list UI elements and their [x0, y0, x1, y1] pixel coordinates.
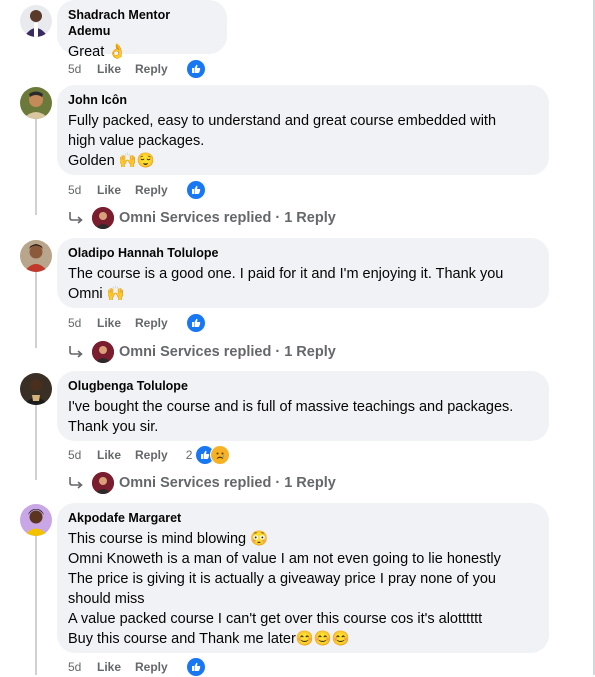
reply-button[interactable]: Reply — [135, 660, 168, 674]
comment-actions: 5d Like Reply — [68, 59, 206, 79]
thread-line — [35, 404, 37, 480]
comment-author[interactable]: Shadrach Mentor Ademu — [68, 7, 215, 39]
like-thumb-icon — [185, 657, 206, 677]
comment-actions: 5d Like Reply — [68, 180, 206, 200]
reaction-count: 2 — [185, 448, 193, 462]
like-button[interactable]: Like — [97, 183, 121, 197]
page-avatar — [92, 341, 114, 363]
thread-line — [35, 117, 37, 215]
view-replies-link[interactable]: Omni Services replied · 1 Reply — [68, 340, 336, 364]
comment-author[interactable]: Oladipo Hannah Tolulope — [68, 245, 537, 261]
reply-arrow-icon — [69, 477, 83, 489]
comment-bubble: Oladipo Hannah Tolulope The course is a … — [57, 238, 549, 308]
avatar[interactable] — [20, 373, 52, 405]
comment-author[interactable]: Akpodafe Margaret — [68, 510, 537, 526]
comment-actions: 5d Like Reply — [68, 313, 206, 333]
reply-arrow-icon — [69, 212, 83, 224]
page-avatar — [92, 207, 114, 229]
like-thumb-icon — [185, 59, 206, 79]
comment-actions: 5d Like Reply — [68, 657, 206, 677]
avatar[interactable] — [20, 504, 52, 536]
like-button[interactable]: Like — [97, 62, 121, 76]
comment-actions: 5d Like Reply 2 — [68, 445, 231, 465]
like-thumb-icon — [185, 313, 206, 333]
comments-panel: Shadrach Mentor Ademu Great 👌 5d Like Re… — [0, 0, 595, 677]
comment-time[interactable]: 5d — [68, 316, 97, 330]
view-replies-link[interactable]: Omni Services replied · 1 Reply — [68, 206, 336, 230]
replies-summary[interactable]: Omni Services replied · 1 Reply — [119, 344, 336, 360]
comment-text: I've bought the course and is full of ma… — [68, 399, 514, 435]
comment-author[interactable]: Olugbenga Tolulope — [68, 378, 537, 394]
comment-author[interactable]: John Icôn — [68, 92, 537, 108]
comment-text: Fully packed, easy to understand and gre… — [68, 113, 497, 169]
like-button[interactable]: Like — [97, 316, 121, 330]
comment-time[interactable]: 5d — [68, 660, 97, 674]
reply-button[interactable]: Reply — [135, 183, 168, 197]
reaction-summary[interactable] — [185, 657, 206, 677]
comment-bubble: Akpodafe Margaret This course is mind bl… — [57, 503, 549, 653]
comment-bubble: John Icôn Fully packed, easy to understa… — [57, 85, 549, 175]
like-button[interactable]: Like — [97, 448, 121, 462]
comment-text: This course is mind blowing 😳 Omni Knowe… — [68, 531, 501, 647]
reply-button[interactable]: Reply — [135, 62, 168, 76]
thread-line — [35, 270, 37, 348]
reaction-summary[interactable] — [185, 313, 206, 333]
thread-line — [35, 536, 37, 675]
page-avatar — [92, 472, 114, 494]
comment-bubble: Shadrach Mentor Ademu Great 👌 — [57, 0, 227, 60]
reply-button[interactable]: Reply — [135, 316, 168, 330]
avatar[interactable] — [20, 87, 52, 119]
replies-summary[interactable]: Omni Services replied · 1 Reply — [119, 210, 336, 226]
view-replies-link[interactable]: Omni Services replied · 1 Reply — [68, 471, 336, 495]
comment-text: The course is a good one. I paid for it … — [68, 266, 504, 302]
reaction-summary[interactable]: 2 — [186, 445, 231, 465]
comment-time[interactable]: 5d — [68, 448, 97, 462]
comment-time[interactable]: 5d — [68, 183, 97, 197]
like-thumb-icon — [185, 180, 206, 200]
reaction-summary[interactable] — [185, 59, 206, 79]
replies-summary[interactable]: Omni Services replied · 1 Reply — [119, 475, 336, 491]
reaction-summary[interactable] — [185, 180, 206, 200]
sad-face-icon — [210, 445, 231, 465]
like-button[interactable]: Like — [97, 660, 121, 674]
reply-button[interactable]: Reply — [135, 448, 168, 462]
avatar[interactable] — [20, 240, 52, 272]
avatar[interactable] — [20, 5, 52, 37]
reply-arrow-icon — [69, 346, 83, 358]
comment-bubble: Olugbenga Tolulope I've bought the cours… — [57, 371, 549, 441]
comment-time[interactable]: 5d — [68, 62, 97, 76]
